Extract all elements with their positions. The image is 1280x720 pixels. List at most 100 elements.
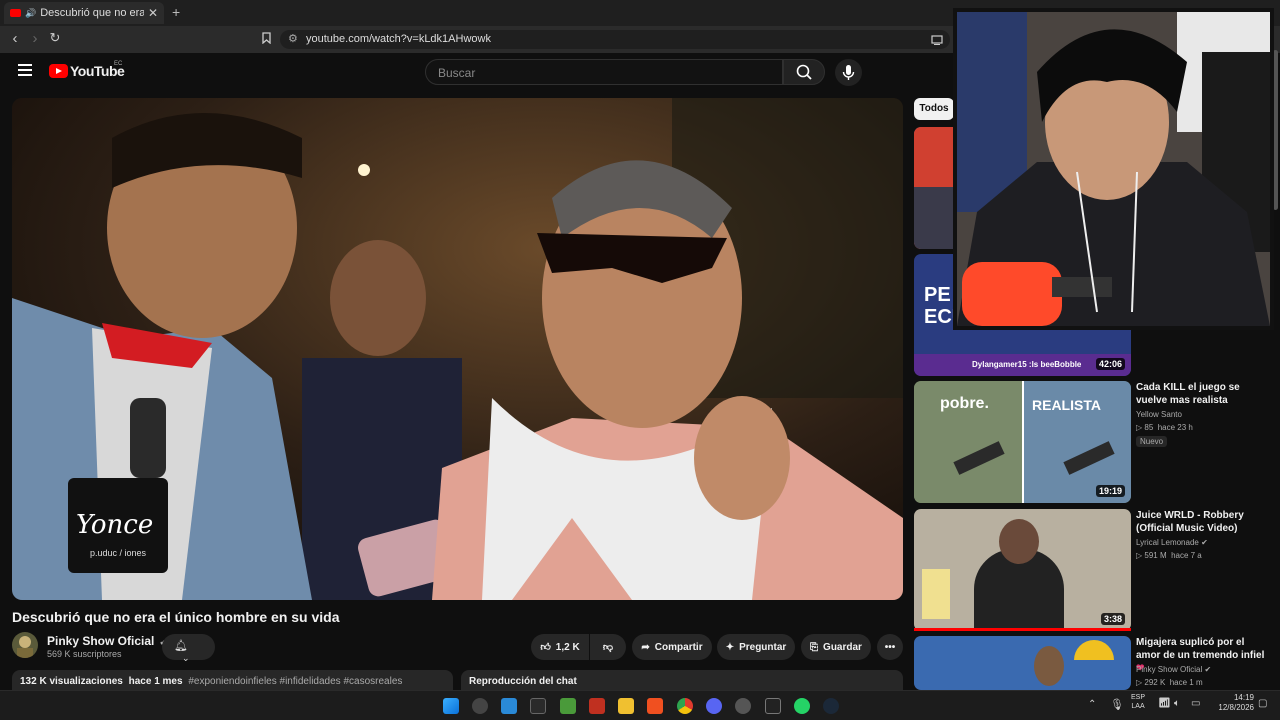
obs-icon[interactable]: [735, 698, 751, 714]
microphone-tray-icon[interactable]: 🎙︎: [1110, 698, 1124, 711]
age: hace 7 a: [1171, 551, 1202, 560]
video-duration: 3:38: [1100, 613, 1125, 625]
watch-progress-bar: [914, 628, 1131, 631]
webcam-overlay: [953, 8, 1274, 330]
view-count: 132 K visualizaciones: [20, 676, 123, 687]
address-bar[interactable]: ⚙ youtube.com/watch?v=kLdk1AHwowk: [280, 30, 950, 49]
hashtags[interactable]: #exponiendoinfieles #infidelidades #caso…: [188, 676, 402, 687]
recommendation-meta: ▷ 292 K hace 1 m: [1136, 678, 1203, 687]
subscription-bell-button[interactable]: 🔔︎ ⌄: [162, 634, 215, 663]
file-explorer-icon[interactable]: [618, 698, 634, 714]
recommendation-channel[interactable]: Yellow Santo: [1136, 410, 1182, 419]
discord-icon[interactable]: [706, 698, 722, 714]
game-launcher-icon[interactable]: [589, 698, 605, 714]
video-player[interactable]: Yonce p.uduc / iones: [12, 98, 903, 600]
save-playlist-icon: ⎘: [810, 641, 819, 653]
windows-taskbar: ⌃ 🎙︎ 📶︎ 🔈︎ ▭ ▢: [0, 690, 1280, 720]
capcut-icon[interactable]: [765, 698, 781, 714]
view-count: 591 M: [1144, 551, 1167, 560]
site-info-icon[interactable]: ⚙: [288, 32, 298, 45]
thumbs-down-icon: 👎︎: [602, 642, 614, 653]
youtube-logo[interactable]: YouTube EC: [49, 61, 125, 79]
browser-tab[interactable]: 🔊 Descubrió que no era el único ✕: [4, 2, 164, 24]
input-language[interactable]: ESP LAA: [1131, 693, 1145, 711]
minecraft-icon[interactable]: [560, 698, 576, 714]
recommendation-title[interactable]: Cada KILL el juego se vuelve mas realist…: [1136, 381, 1266, 407]
view-count: 292 K: [1144, 678, 1166, 687]
chevron-down-icon: ⌄: [182, 653, 190, 663]
like-button[interactable]: 👍︎ 1,2 K: [531, 634, 589, 660]
close-tab-icon[interactable]: ✕: [148, 6, 158, 20]
thumbs-up-icon: 👍︎: [540, 642, 551, 653]
channel-name[interactable]: Pinky Show Oficial ✔: [47, 634, 166, 648]
channel-text: Pinky Show Oficial: [1136, 665, 1203, 674]
video-duration: 42:06: [1095, 358, 1125, 370]
battery-icon[interactable]: ▭: [1191, 698, 1200, 709]
thumbnail-overlay-text: Dylangamer15 :ls beeBobble: [972, 360, 1082, 369]
youtube-favicon-icon: [10, 9, 21, 17]
save-button[interactable]: ⎘ Guardar: [801, 634, 871, 660]
recommendation-thumbnail[interactable]: [914, 636, 1131, 690]
verified-icon: ✔: [1204, 665, 1212, 674]
new-badge: Nuevo: [1136, 436, 1168, 447]
tray-overflow-icon[interactable]: ⌃: [1088, 699, 1096, 710]
store-icon[interactable]: [501, 698, 517, 714]
chat-replay-panel[interactable]: Reproducción del chat: [461, 670, 903, 690]
like-count: 1,2 K: [555, 641, 580, 653]
description-box[interactable]: 132 K visualizaciones hace 1 mes #exponi…: [12, 670, 453, 690]
new-tab-button[interactable]: +: [172, 4, 180, 20]
more-dots-icon: •••: [884, 641, 896, 653]
recommendation-title[interactable]: Juice WRLD - Robbery (Official Music Vid…: [1136, 509, 1266, 535]
back-icon[interactable]: ‹: [6, 30, 24, 47]
hamburger-menu-icon[interactable]: [18, 64, 32, 76]
recommendation-channel[interactable]: Pinky Show Oficial ✔: [1136, 665, 1211, 674]
recommendation-channel[interactable]: Lyrical Lemonade ✔: [1136, 538, 1208, 547]
chip-all[interactable]: Todos: [914, 98, 954, 120]
notification-icon[interactable]: ▢: [1258, 698, 1267, 709]
recommendation-thumbnail[interactable]: pobre. REALISTA 19:19: [914, 381, 1131, 503]
steam-icon[interactable]: [823, 698, 839, 714]
voice-search-button[interactable]: [835, 59, 862, 86]
wifi-icon[interactable]: 📶︎: [1158, 698, 1171, 709]
video-frame: Yonce p.uduc / iones: [12, 98, 903, 600]
bell-icon: 🔔︎: [174, 640, 188, 652]
start-menu-icon[interactable]: [443, 698, 459, 714]
more-actions-button[interactable]: •••: [877, 634, 903, 660]
volume-icon[interactable]: 🔈︎: [1174, 698, 1180, 709]
speaker-icon[interactable]: 🔊: [25, 8, 36, 19]
reload-icon[interactable]: ↻: [46, 30, 64, 46]
apps-icon[interactable]: [472, 698, 488, 714]
clock-time: 14:19: [1233, 693, 1254, 702]
chat-replay-label: Reproducción del chat: [469, 676, 577, 687]
system-clock[interactable]: 14:19 12/8/2026: [1214, 693, 1254, 713]
verified-icon: ✔: [1201, 538, 1208, 547]
brave-browser-icon[interactable]: [647, 698, 663, 714]
youtube-play-icon: [49, 64, 68, 78]
install-app-icon[interactable]: [928, 32, 946, 49]
title-text: Migajera suplicó por el amor de un treme…: [1136, 637, 1265, 661]
tab-title: Descubrió que no era el único: [40, 7, 144, 19]
microphone-icon: [842, 65, 855, 80]
upload-age: hace 1 mes: [128, 676, 183, 687]
search-input[interactable]: Buscar: [425, 59, 783, 85]
language-layout: LAA: [1131, 703, 1145, 710]
search-icon: [796, 64, 812, 80]
search-button[interactable]: [783, 59, 825, 85]
channel-avatar[interactable]: [12, 632, 38, 658]
whatsapp-icon[interactable]: [794, 698, 810, 714]
bookmark-icon[interactable]: [257, 32, 275, 47]
dislike-button[interactable]: 👎︎: [590, 634, 626, 660]
recommendation-thumbnail[interactable]: 3:38: [914, 509, 1131, 631]
share-button[interactable]: ➦ Compartir: [632, 634, 712, 660]
xbox-icon[interactable]: [530, 698, 546, 714]
channel-name-text: Pinky Show Oficial: [47, 634, 155, 648]
forward-icon[interactable]: ›: [26, 30, 44, 47]
mic-logo-subtext: p.uduc / iones: [90, 548, 147, 558]
ask-button[interactable]: ✦ Preguntar: [717, 634, 795, 660]
clock-date: 12/8/2026: [1218, 703, 1254, 712]
chrome-icon[interactable]: [677, 698, 693, 714]
search-placeholder: Buscar: [438, 66, 476, 80]
url-text: youtube.com/watch?v=kLdk1AHwowk: [306, 33, 491, 45]
thumbnail-text-right: REALISTA: [1032, 397, 1101, 413]
video-duration: 19:19: [1095, 485, 1125, 497]
